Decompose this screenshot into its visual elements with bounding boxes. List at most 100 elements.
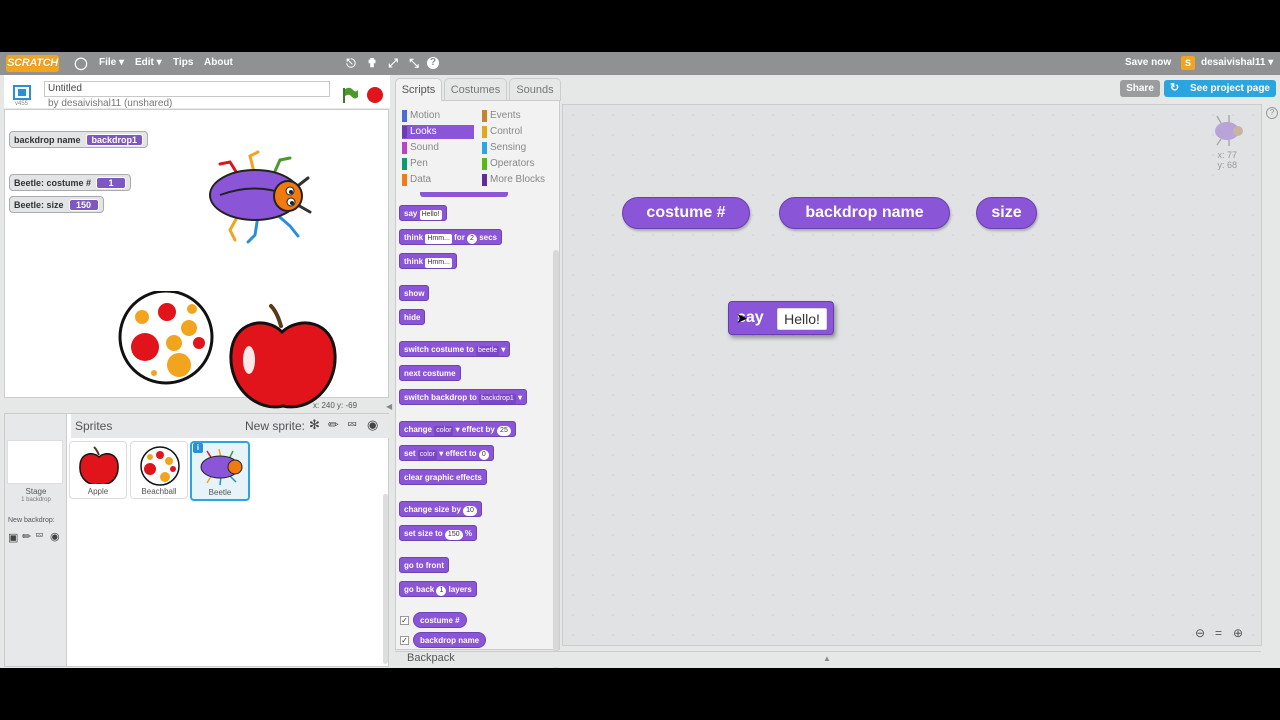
sprite-thumb-apple[interactable]: Apple	[69, 441, 127, 499]
category-operators[interactable]: Operators	[482, 157, 557, 171]
paintbrush-icon[interactable]: ✏	[22, 530, 31, 543]
category-looks[interactable]: Looks	[402, 125, 474, 139]
presentation-mode-icon[interactable]	[12, 84, 32, 102]
upload-sprite-icon[interactable]: ⮹	[347, 417, 357, 433]
block-dropdown[interactable]: beetle	[476, 346, 500, 356]
zoom-reset-icon[interactable]: =	[1215, 626, 1222, 640]
grow-icon[interactable]: ⤢	[386, 56, 400, 70]
tab-costumes[interactable]: Costumes	[444, 78, 507, 101]
scripts-area[interactable]: x: 77 y: 68 ⊖ = ⊕	[562, 104, 1262, 646]
block-set-size[interactable]: set size to 150 %	[399, 525, 477, 541]
zoom-in-icon[interactable]: ⊕	[1233, 626, 1243, 640]
save-now-link[interactable]: Save now	[1125, 57, 1171, 68]
block-input[interactable]: 1	[436, 586, 447, 596]
block-change-effect[interactable]: change color ▾ effect by 25	[399, 421, 516, 437]
backdrop-name-checkbox[interactable]: ✓	[400, 636, 409, 645]
block-think[interactable]: think Hmm...	[399, 253, 457, 269]
project-title-input[interactable]: Untitled	[44, 81, 330, 97]
cut-icon[interactable]: ✟	[365, 56, 379, 70]
category-control[interactable]: Control	[482, 125, 557, 139]
category-data[interactable]: Data	[402, 173, 477, 187]
beachball-thumb-icon	[140, 446, 180, 486]
see-project-page-button[interactable]: ↻ See project page	[1164, 80, 1276, 97]
block-dropdown[interactable]: color	[417, 450, 437, 460]
script-reporter-size[interactable]: size	[976, 197, 1037, 229]
block-input[interactable]: 0	[478, 450, 489, 460]
block-input[interactable]: Hmm...	[425, 258, 452, 268]
tips-menu[interactable]: Tips	[173, 57, 193, 68]
beetle-sprite[interactable]	[200, 150, 315, 245]
globe-icon[interactable]: ◯	[74, 56, 88, 70]
block-hide[interactable]: hide	[399, 309, 426, 325]
block-dropdown[interactable]: backdrop1	[479, 394, 516, 404]
file-menu[interactable]: File ▾	[99, 57, 124, 68]
help-panel-icon[interactable]: ?	[1266, 107, 1278, 119]
paint-sprite-icon[interactable]: ✏	[328, 417, 339, 433]
category-more-blocks[interactable]: More Blocks	[482, 173, 557, 187]
backpack-expand-icon[interactable]: ▲	[823, 654, 831, 663]
duplicate-icon[interactable]: ⎋	[344, 56, 358, 70]
monitor-costume-number[interactable]: Beetle: costume #1	[9, 174, 132, 191]
help-icon[interactable]: ?	[427, 57, 439, 69]
clipped-block[interactable]	[420, 192, 508, 197]
monitor-size[interactable]: Beetle: size 150	[9, 196, 104, 213]
stage-collapse-icon[interactable]: ◀	[386, 402, 392, 411]
reporter-backdrop-name[interactable]: backdrop name	[413, 632, 487, 648]
about-menu[interactable]: About	[204, 57, 233, 68]
script-reporter-backdrop-name[interactable]: backdrop name	[779, 197, 950, 229]
block-next-costume[interactable]: next costume	[399, 365, 461, 381]
stop-icon[interactable]	[367, 87, 383, 103]
sprites-scrollbar[interactable]	[383, 494, 388, 664]
sprite-thumb-beetle[interactable]: i Beetle	[190, 441, 250, 501]
share-button[interactable]: Share	[1120, 80, 1160, 97]
category-sound[interactable]: Sound	[402, 141, 477, 155]
block-go-to-front[interactable]: go to front	[399, 557, 449, 573]
paint-backdrop-icon[interactable]: ▣	[8, 531, 18, 544]
costume-number-checkbox[interactable]: ✓	[400, 616, 409, 625]
camera-icon[interactable]: ◉	[50, 530, 60, 543]
tab-sounds[interactable]: Sounds	[509, 78, 561, 101]
edit-menu[interactable]: Edit ▾	[135, 57, 162, 68]
shrink-icon[interactable]: ⤡	[407, 56, 421, 70]
block-input[interactable]: Hmm...	[425, 234, 452, 244]
category-sensing[interactable]: Sensing	[482, 141, 557, 155]
sprite-thumb-beachball[interactable]: Beachball	[130, 441, 188, 499]
scratch-logo[interactable]: SCRATCH	[6, 55, 59, 72]
block-change-size[interactable]: change size by 10	[399, 501, 482, 517]
category-pen[interactable]: Pen	[402, 157, 477, 171]
block-input[interactable]: Hello!	[419, 210, 442, 220]
stage-thumbnail[interactable]	[7, 440, 63, 484]
block-clear-effects[interactable]: clear graphic effects	[399, 469, 487, 485]
backpack-bar[interactable]: Backpack ▲	[395, 651, 1261, 667]
block-show[interactable]: show	[399, 285, 430, 301]
category-events[interactable]: Events	[482, 109, 557, 123]
palette-scrollbar[interactable]	[553, 250, 559, 668]
tab-scripts[interactable]: Scripts	[395, 78, 442, 101]
block-say[interactable]: say Hello!	[399, 205, 447, 221]
zoom-out-icon[interactable]: ⊖	[1195, 626, 1205, 640]
green-flag-icon[interactable]	[341, 86, 359, 109]
block-switch-backdrop[interactable]: switch backdrop to backdrop1 ▾	[399, 389, 528, 405]
block-dropdown[interactable]: color	[434, 426, 454, 436]
upload-icon[interactable]: ⮹	[35, 530, 44, 543]
folder-icon[interactable]: S	[1181, 56, 1195, 70]
block-switch-costume[interactable]: switch costume to beetle ▾	[399, 341, 511, 357]
beachball-sprite[interactable]	[117, 291, 217, 386]
apple-sprite[interactable]	[227, 302, 339, 414]
reporter-costume-number[interactable]: costume #	[413, 612, 467, 628]
block-input[interactable]: 25	[497, 426, 511, 436]
sprite-library-icon[interactable]: ✻	[309, 417, 320, 433]
block-think-for-secs[interactable]: think Hmm... for 2 secs	[399, 229, 502, 245]
user-menu[interactable]: desaivishal11 ▾	[1201, 57, 1273, 68]
script-say-input[interactable]: Hello!	[777, 308, 827, 330]
block-set-effect[interactable]: set color ▾ effect to 0	[399, 445, 494, 461]
block-input[interactable]: 150	[444, 530, 463, 540]
script-reporter-costume-number[interactable]: costume #	[622, 197, 750, 229]
camera-sprite-icon[interactable]: ◉	[367, 417, 378, 433]
block-input[interactable]: 10	[463, 506, 477, 516]
category-motion[interactable]: Motion	[402, 109, 477, 123]
block-input[interactable]: 2	[467, 234, 477, 244]
block-go-back-layers[interactable]: go back 1 layers	[399, 581, 477, 597]
monitor-backdrop-name[interactable]: backdrop name backdrop1	[9, 131, 149, 148]
stage[interactable]: backdrop name backdrop1 Beetle: costume #…	[4, 109, 389, 409]
